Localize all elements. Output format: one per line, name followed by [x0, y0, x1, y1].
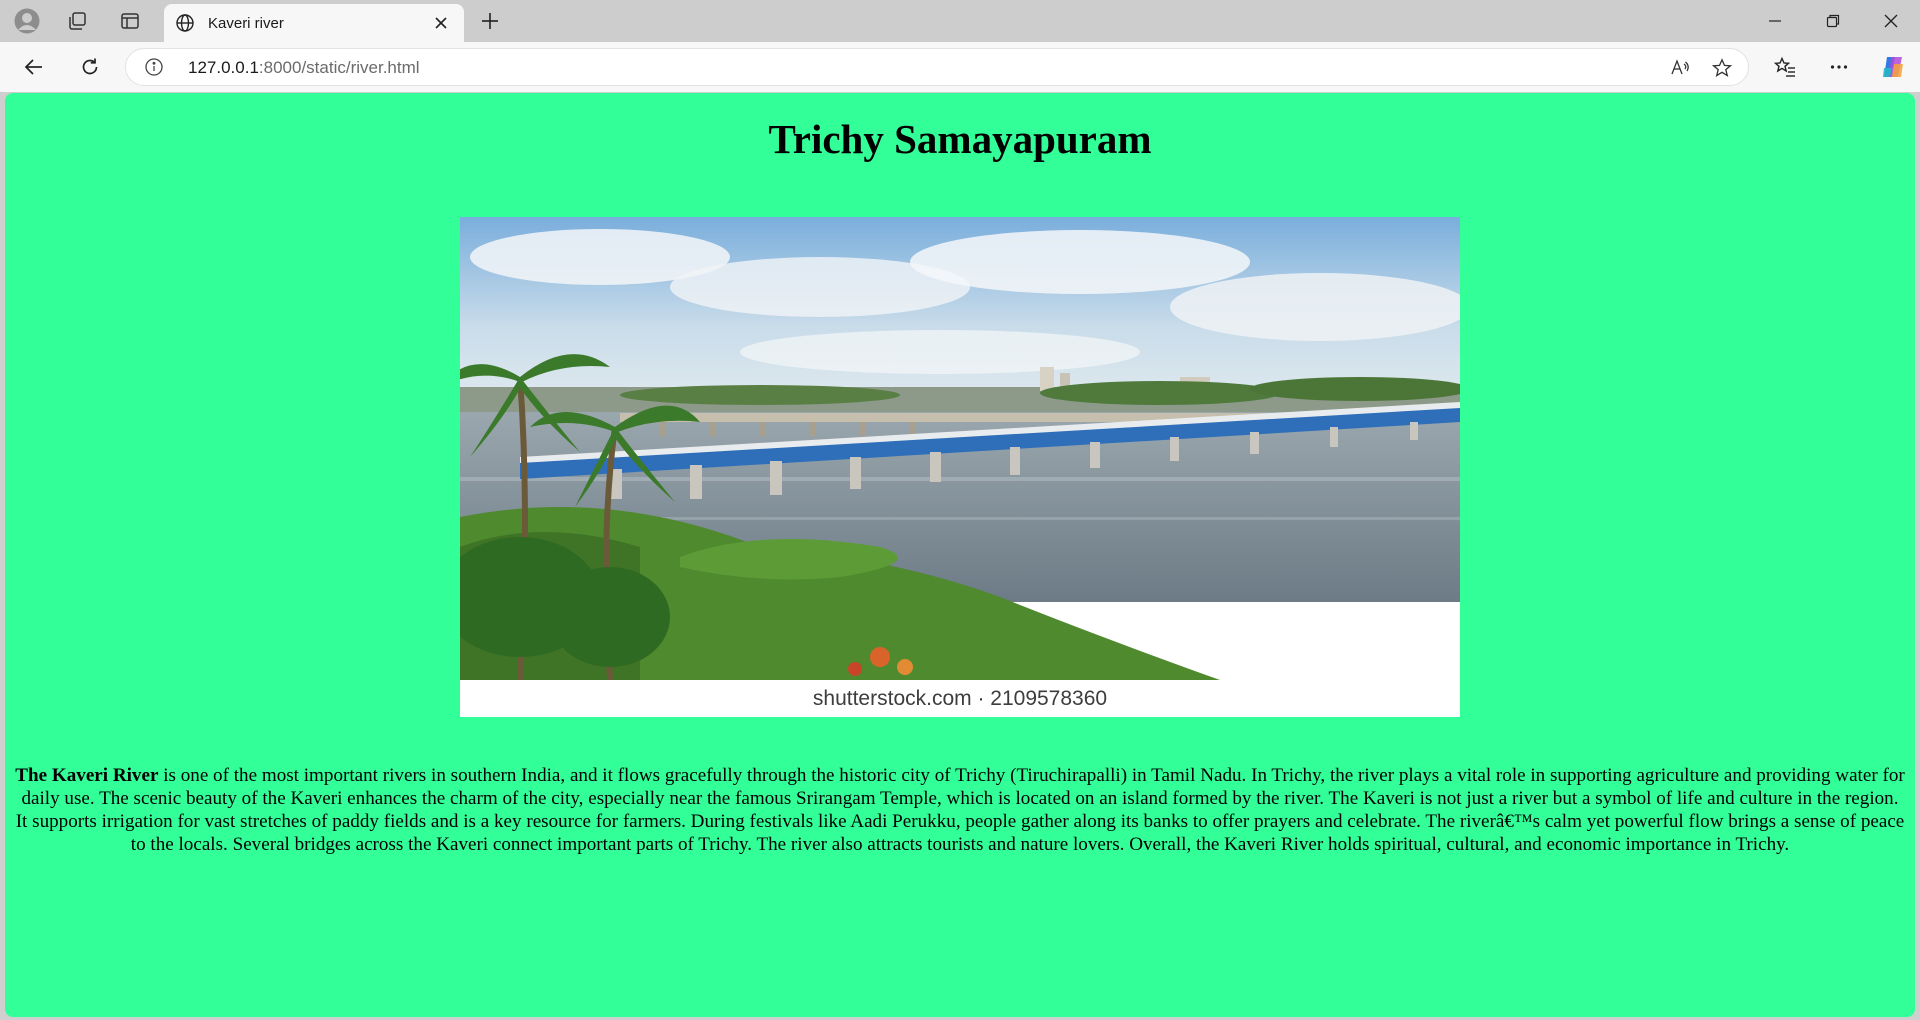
more-icon[interactable] [1823, 51, 1855, 83]
workspaces-icon[interactable] [61, 5, 93, 37]
paragraph-body: is one of the most important rivers in s… [15, 765, 1905, 855]
minimize-icon[interactable] [1747, 0, 1803, 42]
restore-icon[interactable] [1805, 0, 1861, 42]
favorites-icon[interactable] [1769, 51, 1801, 83]
paragraph-bold-lead: The Kaveri River [15, 765, 159, 786]
browser-tab-strip: Kaveri river [0, 0, 1920, 42]
copilot-icon[interactable] [1877, 51, 1909, 83]
close-window-icon[interactable] [1863, 0, 1919, 42]
url-host: 127.0.0.1 [188, 58, 259, 77]
url-text[interactable]: 127.0.0.1:8000/static/river.html [188, 58, 420, 78]
refresh-icon[interactable] [72, 49, 108, 85]
close-tab-icon[interactable] [428, 10, 454, 36]
page-viewport: Trichy Samayapuram shutterstock.com · 21… [5, 93, 1915, 1017]
star-icon[interactable] [1709, 55, 1735, 81]
active-tab[interactable]: Kaveri river [164, 4, 464, 42]
river-photo: shutterstock.com · 2109578360 [460, 217, 1460, 717]
globe-icon [174, 12, 196, 34]
info-icon[interactable] [144, 57, 164, 77]
address-bar[interactable]: 127.0.0.1:8000/static/river.html [125, 48, 1749, 86]
url-path: :8000/static/river.html [258, 58, 420, 77]
new-tab-plus-icon[interactable] [474, 5, 506, 37]
tab-title: Kaveri river [208, 14, 284, 32]
browser-toolbar: 127.0.0.1:8000/static/river.html [0, 42, 1920, 92]
description-paragraph: The Kaveri River is one of the most impo… [14, 764, 1906, 856]
image-watermark: shutterstock.com · 2109578360 [460, 680, 1460, 717]
profile-avatar-icon[interactable] [11, 5, 43, 37]
vertical-tabs-icon[interactable] [114, 5, 146, 37]
page-heading: Trichy Samayapuram [768, 116, 1152, 162]
back-arrow-icon[interactable] [16, 49, 52, 85]
read-aloud-icon[interactable] [1667, 55, 1693, 81]
